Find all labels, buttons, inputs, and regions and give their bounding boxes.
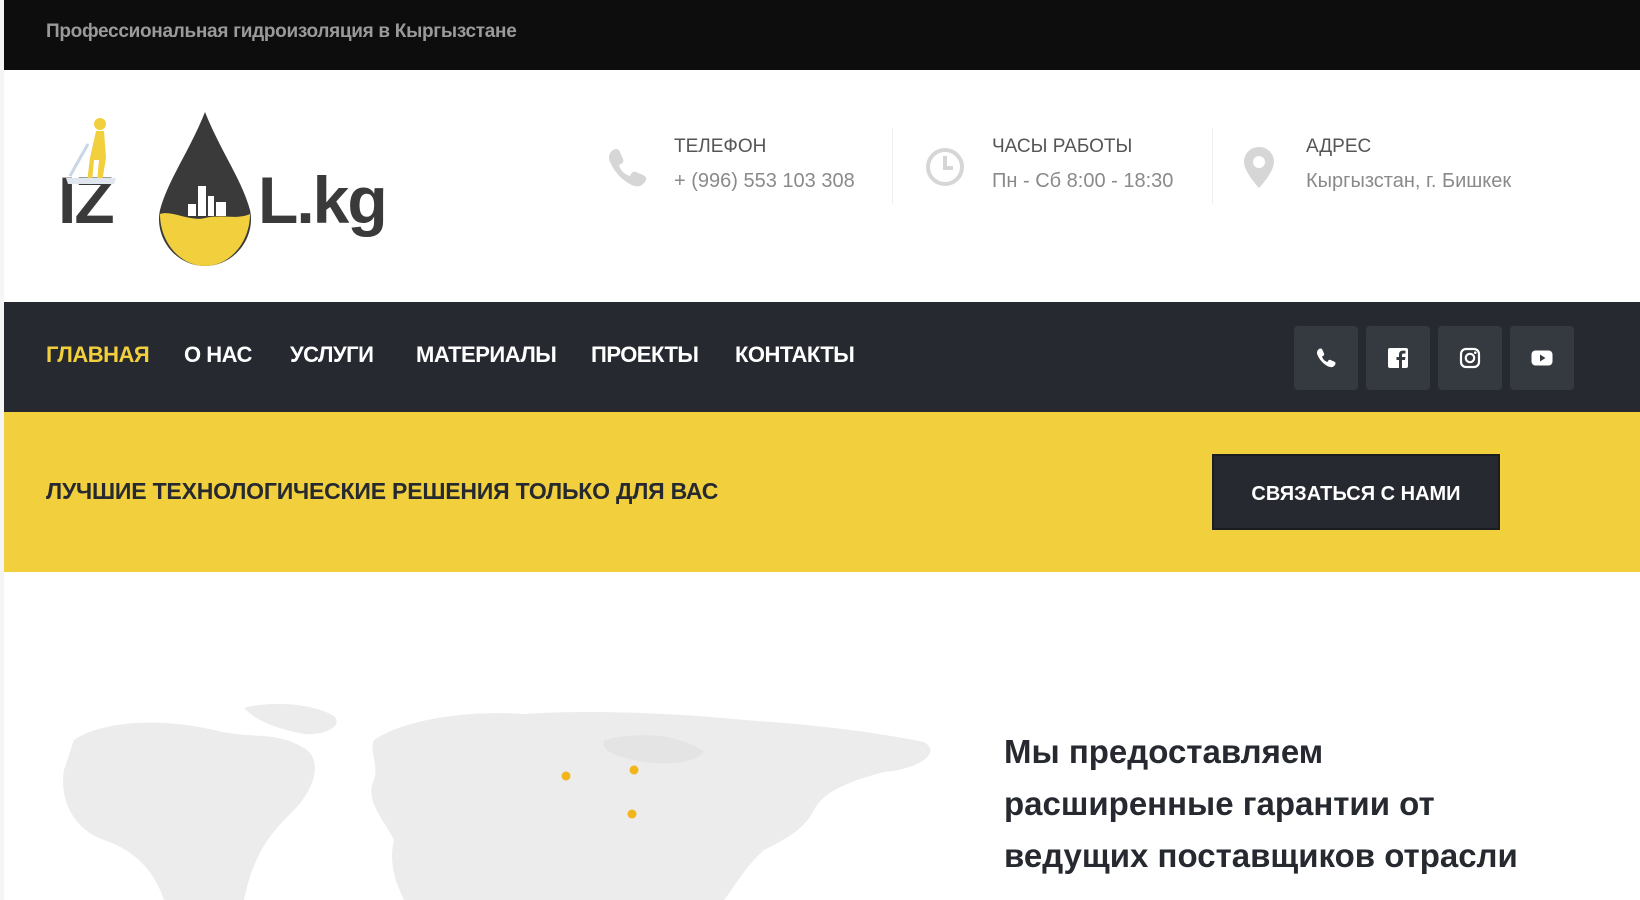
- tagline: Профессиональная гидроизоляция в Кыргызс…: [46, 21, 517, 42]
- clock-icon: [926, 148, 964, 186]
- site-logo[interactable]: IZ L.kg: [54, 110, 434, 270]
- nav-item-services[interactable]: УСЛУГИ: [290, 342, 374, 368]
- world-map-image: [63, 703, 931, 900]
- address-title: АДРЕС: [1306, 136, 1372, 157]
- instagram-icon: [1459, 347, 1481, 369]
- social-youtube-button[interactable]: [1510, 326, 1574, 390]
- contact-phone: ТЕЛЕФОН + (996) 553 103 308: [604, 130, 884, 210]
- header: IZ L.kg ТЕЛЕФОН + (996) 553 103 308 ЧАСЫ…: [4, 70, 1640, 302]
- phone-number[interactable]: + (996) 553 103 308: [674, 170, 855, 193]
- map-marker: [629, 765, 639, 775]
- top-bar: Профессиональная гидроизоляция в Кыргызс…: [4, 0, 1640, 70]
- section-headline: Мы предоставляем расширенные гарантии от…: [1004, 726, 1604, 882]
- address-value: Кыргызстан, г. Бишкек: [1306, 170, 1512, 192]
- hours-title: ЧАСЫ РАБОТЫ: [992, 136, 1133, 157]
- divider: [1212, 128, 1213, 204]
- cta-banner: ЛУЧШИЕ ТЕХНОЛОГИЧЕСКИЕ РЕШЕНИЯ ТОЛЬКО ДЛ…: [4, 412, 1640, 572]
- contact-us-button[interactable]: СВЯЗАТЬСЯ С НАМИ: [1212, 454, 1500, 530]
- hours-value: Пн - Сб 8:00 - 18:30: [992, 170, 1174, 192]
- social-phone-button[interactable]: [1294, 326, 1358, 390]
- phone-icon: [1317, 348, 1336, 368]
- contact-address: АДРЕС Кыргызстан, г. Бишкек: [1236, 130, 1596, 210]
- map-marker: [561, 771, 571, 781]
- banner-text: ЛУЧШИЕ ТЕХНОЛОГИЧЕСКИЕ РЕШЕНИЯ ТОЛЬКО ДЛ…: [46, 478, 719, 504]
- worker-figure-icon: [66, 118, 116, 184]
- social-facebook-button[interactable]: [1366, 326, 1430, 390]
- social-instagram-button[interactable]: [1438, 326, 1502, 390]
- contact-hours: ЧАСЫ РАБОТЫ Пн - Сб 8:00 - 18:30: [922, 130, 1212, 210]
- nav-item-home[interactable]: ГЛАВНАЯ: [46, 342, 150, 368]
- page: Профессиональная гидроизоляция в Кыргызс…: [4, 0, 1640, 900]
- headline-line: расширенные гарантии от: [1004, 785, 1435, 822]
- main-nav: ГЛАВНАЯ О НАС УСЛУГИ МАТЕРИАЛЫ ПРОЕКТЫ К…: [4, 302, 1640, 412]
- headline-line: Мы предоставляем: [1004, 733, 1324, 770]
- youtube-icon: [1531, 350, 1553, 366]
- nav-item-materials[interactable]: МАТЕРИАЛЫ: [416, 342, 557, 368]
- location-pin-icon: [1244, 147, 1274, 188]
- facebook-icon: [1388, 348, 1408, 368]
- nav-item-contacts[interactable]: КОНТАКТЫ: [735, 342, 855, 368]
- map-marker: [627, 809, 637, 819]
- water-drop-logo-icon: [159, 112, 251, 266]
- phone-title: ТЕЛЕФОН: [674, 136, 767, 157]
- logo-text-right: L.kg: [258, 163, 388, 237]
- nav-item-about[interactable]: О НАС: [184, 342, 252, 368]
- nav-item-projects[interactable]: ПРОЕКТЫ: [591, 342, 699, 368]
- headline-line: ведущих поставщиков отрасли: [1004, 837, 1518, 874]
- phone-icon: [609, 148, 647, 187]
- divider: [892, 128, 893, 204]
